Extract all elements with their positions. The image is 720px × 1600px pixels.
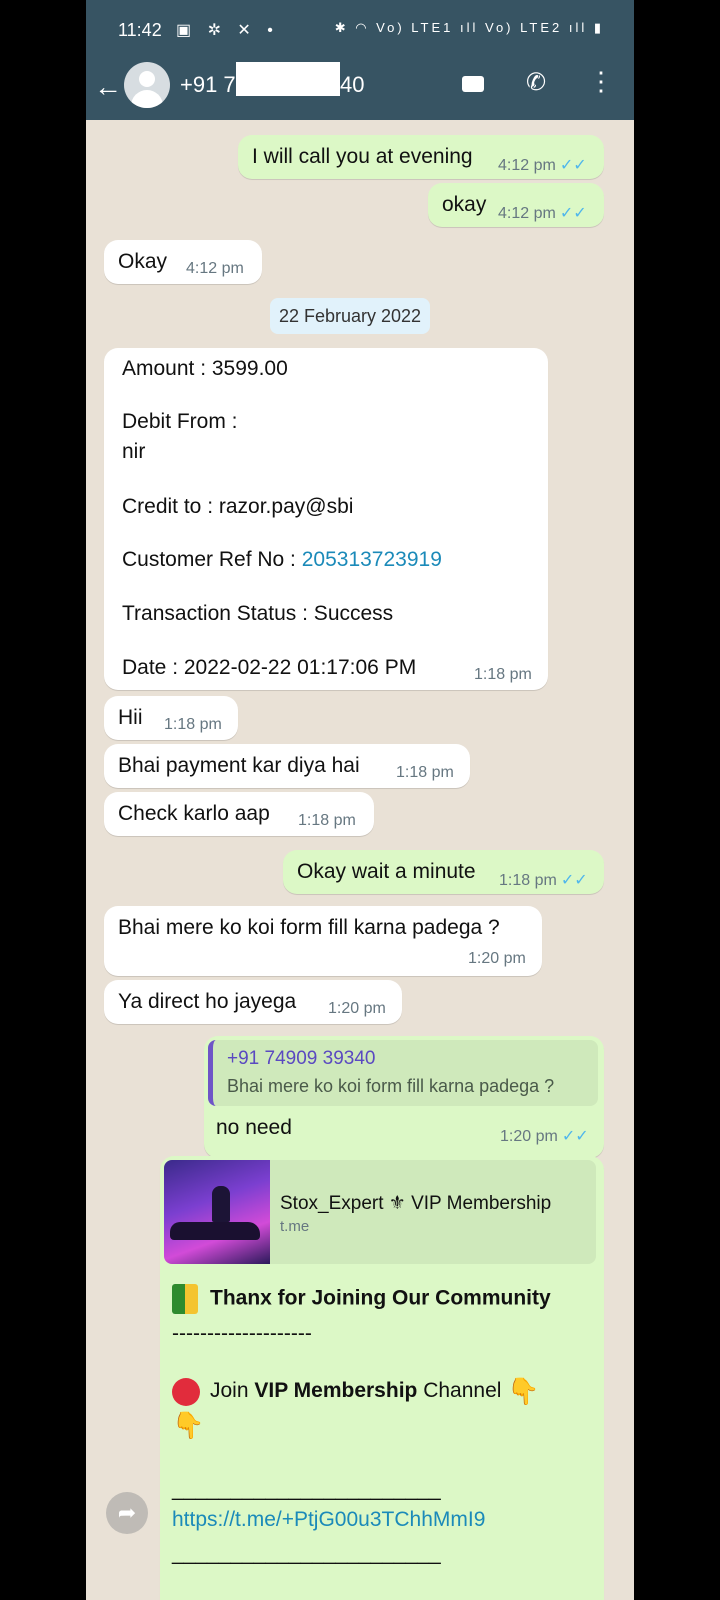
message-time: 4:12 pm — [186, 260, 244, 277]
message-time: 1:18 pm — [164, 716, 222, 733]
credit-line: Credit to : razor.pay@sbi — [122, 495, 354, 518]
debit-value: nir — [122, 440, 146, 463]
chat-header: ← +91 7 40 ✆ ⋮ — [86, 62, 634, 120]
read-receipt-icon: ✓✓ — [559, 205, 587, 222]
preview-title: Stox_Expert ⚜ VIP Membership — [280, 1193, 552, 1214]
contact-name[interactable]: +91 7 — [180, 72, 236, 98]
ref-line: Customer Ref No : 205313723919 — [122, 548, 442, 572]
ref-number-link[interactable]: 205313723919 — [302, 548, 442, 571]
pointing-down-line: 👇 — [172, 1410, 204, 1441]
quoted-sender: +91 74909 39340 — [227, 1048, 376, 1069]
message-incoming[interactable]: Ya direct ho jayega 1:20 pm — [104, 980, 402, 1024]
welcome-text: Thanx for Joining Our Community — [210, 1286, 551, 1310]
message-incoming[interactable]: Bhai payment kar diya hai 1:18 pm — [104, 744, 470, 788]
contact-name-suffix[interactable]: 40 — [340, 72, 364, 98]
message-text: Hii — [118, 706, 143, 729]
message-meta: 1:20 pm ✓✓ — [500, 1126, 589, 1146]
beginner-badge-icon — [172, 1284, 198, 1314]
message-time: 1:18 pm — [298, 812, 356, 829]
date-line: Date : 2022-02-22 01:17:06 PM — [122, 656, 417, 679]
preview-thumbnail — [164, 1160, 270, 1264]
red-circle-icon — [172, 1377, 200, 1406]
read-receipt-icon: ✓✓ — [559, 157, 587, 174]
message-text: I will call you at evening — [252, 145, 473, 168]
message-meta: 4:12 pm ✓✓ — [498, 155, 587, 175]
clock: 11:42 — [118, 20, 162, 40]
message-outgoing[interactable]: I will call you at evening 4:12 pm ✓✓ — [238, 135, 604, 179]
message-meta: 1:18 pm ✓✓ — [499, 870, 588, 890]
video-call-icon[interactable] — [462, 76, 484, 92]
message-text: Ya direct ho jayega — [118, 990, 297, 1013]
message-meta: 4:12 pm ✓✓ — [498, 203, 587, 223]
underline-bottom: _______________________ — [172, 1542, 441, 1565]
date-separator: 22 February 2022 — [270, 298, 430, 334]
back-arrow-icon[interactable]: ← — [94, 70, 122, 104]
redaction-box — [236, 62, 340, 96]
status-line: Transaction Status : Success — [122, 602, 394, 625]
quoted-message[interactable]: +91 74909 39340 Bhai mere ko koi form fi… — [208, 1040, 598, 1106]
welcome-line: Thanx for Joining Our Community — [172, 1284, 551, 1314]
status-bar: 11:42 ▣ ✲ ✕ • ✱ ◠ Vo) LTE1 ıll Vo) LTE2 … — [86, 0, 634, 62]
amount-line: Amount : 3599.00 — [122, 357, 288, 380]
message-outgoing-link[interactable]: Stox_Expert ⚜ VIP Membership t.me Thanx … — [160, 1156, 604, 1600]
preview-domain: t.me — [280, 1218, 310, 1235]
message-outgoing[interactable]: Okay wait a minute 1:18 pm ✓✓ — [283, 850, 604, 894]
forward-icon[interactable]: ➦ — [106, 1492, 148, 1534]
message-text: Check karlo aap — [118, 802, 270, 825]
message-outgoing-reply[interactable]: +91 74909 39340 Bhai mere ko koi form fi… — [204, 1036, 604, 1158]
message-time: 1:20 pm — [328, 1000, 386, 1017]
message-text: Okay wait a minute — [297, 860, 476, 883]
read-receipt-icon: ✓✓ — [560, 872, 588, 889]
message-text: Okay — [118, 250, 168, 273]
dash-separator: -------------------- — [172, 1322, 312, 1345]
message-text: no need — [216, 1116, 292, 1139]
message-outgoing[interactable]: okay 4:12 pm ✓✓ — [428, 183, 604, 227]
message-time: 1:18 pm — [474, 666, 532, 683]
message-incoming-transaction[interactable]: Amount : 3599.00 Debit From : nir Credit… — [104, 348, 548, 690]
telegram-link[interactable]: https://t.me/+PtjG00u3TChhMmI9 — [172, 1508, 485, 1532]
notification-icons: ▣ ✲ ✕ • — [176, 22, 279, 39]
phone-screen: 11:42 ▣ ✲ ✕ • ✱ ◠ Vo) LTE1 ıll Vo) LTE2 … — [86, 0, 634, 1600]
message-incoming[interactable]: Okay 4:12 pm — [104, 240, 262, 284]
debit-line: Debit From : — [122, 410, 238, 433]
message-time: 1:18 pm — [396, 764, 454, 781]
ref-label: Customer Ref No : — [122, 548, 302, 571]
link-preview[interactable]: Stox_Expert ⚜ VIP Membership t.me — [164, 1160, 596, 1264]
message-list[interactable]: I will call you at evening 4:12 pm ✓✓ oka… — [86, 120, 634, 1600]
message-text: Bhai mere ko koi form fill karna padega … — [118, 916, 500, 939]
underline-top: _______________________ — [172, 1478, 441, 1501]
quoted-text: Bhai mere ko koi form fill karna padega … — [227, 1076, 555, 1096]
message-incoming[interactable]: Hii 1:18 pm — [104, 696, 238, 740]
message-text: okay — [442, 193, 487, 216]
message-time: 4:12 pm — [498, 205, 556, 222]
join-bold: VIP Membership — [254, 1379, 418, 1403]
message-incoming[interactable]: Bhai mere ko koi form fill karna padega … — [104, 906, 542, 976]
message-time: 4:12 pm — [498, 157, 556, 174]
join-prefix: Join — [210, 1379, 255, 1403]
message-text: Bhai payment kar diya hai — [118, 754, 360, 777]
join-suffix: Channel — [417, 1379, 508, 1403]
pointing-down-icon: 👇 — [507, 1376, 540, 1406]
join-line: Join VIP Membership Channel 👇 — [172, 1376, 540, 1407]
signal-battery-icons: ✱ ◠ Vo) LTE1 ıll Vo) LTE2 ıll ▮ — [334, 20, 604, 35]
message-time: 1:18 pm — [499, 872, 557, 889]
avatar[interactable] — [124, 62, 170, 108]
message-time: 1:20 pm — [500, 1128, 558, 1145]
more-options-icon[interactable]: ⋮ — [588, 66, 614, 96]
pointing-down-icon: 👇 — [172, 1410, 205, 1440]
message-incoming[interactable]: Check karlo aap 1:18 pm — [104, 792, 374, 836]
message-time: 1:20 pm — [468, 950, 526, 967]
voice-call-icon[interactable]: ✆ — [526, 68, 546, 97]
read-receipt-icon: ✓✓ — [561, 1128, 589, 1145]
